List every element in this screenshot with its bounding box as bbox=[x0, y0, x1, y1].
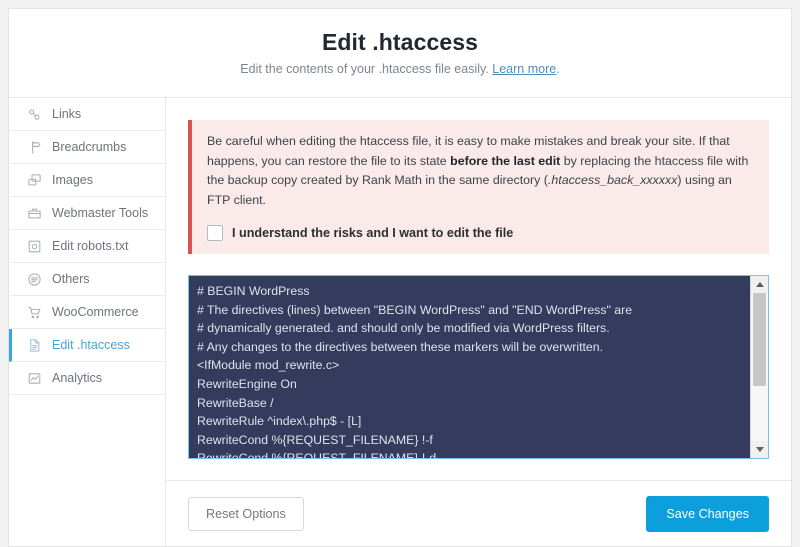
signpost-icon bbox=[26, 139, 43, 156]
content-area: Be careful when editing the htaccess fil… bbox=[166, 98, 791, 546]
sidebar-nav: Links Breadcrumbs bbox=[9, 98, 166, 546]
sidebar-item-analytics[interactable]: Analytics bbox=[9, 362, 165, 395]
warning-notice-text: Be careful when editing the htaccess fil… bbox=[207, 132, 753, 210]
page-header: Edit .htaccess Edit the contents of your… bbox=[9, 9, 791, 98]
page-subtitle-suffix: . bbox=[556, 62, 559, 76]
save-changes-button[interactable]: Save Changes bbox=[646, 496, 769, 532]
code-line: # dynamically generated. and should only… bbox=[197, 319, 750, 338]
code-line: RewriteEngine On bbox=[197, 375, 750, 394]
sidebar-item-links[interactable]: Links bbox=[9, 98, 165, 131]
page-subtitle-text: Edit the contents of your .htaccess file… bbox=[240, 62, 492, 76]
sidebar-item-label: Links bbox=[52, 107, 81, 121]
analytics-chart-icon bbox=[26, 370, 43, 387]
sidebar-item-webmaster-tools[interactable]: Webmaster Tools bbox=[9, 197, 165, 230]
chevron-down-icon bbox=[756, 447, 764, 452]
sidebar-item-breadcrumbs[interactable]: Breadcrumbs bbox=[9, 131, 165, 164]
sidebar-item-woocommerce[interactable]: WooCommerce bbox=[9, 296, 165, 329]
scrollbar-thumb[interactable] bbox=[753, 293, 766, 386]
code-line: <IfModule mod_rewrite.c> bbox=[197, 356, 750, 375]
editor-scrollbar[interactable] bbox=[750, 276, 768, 458]
scrollbar-up-button[interactable] bbox=[751, 276, 768, 293]
warning-text-bold: before the last edit bbox=[450, 154, 560, 168]
risk-consent-label[interactable]: I understand the risks and I want to edi… bbox=[232, 226, 513, 240]
code-line: # BEGIN WordPress bbox=[197, 282, 750, 301]
htaccess-editor-text[interactable]: # BEGIN WordPress # The directives (line… bbox=[189, 276, 750, 458]
document-icon bbox=[26, 337, 43, 354]
link-icon bbox=[26, 106, 43, 123]
toolbox-icon bbox=[26, 205, 43, 222]
images-icon bbox=[26, 172, 43, 189]
code-line: RewriteCond %{REQUEST_FILENAME} !-f bbox=[197, 431, 750, 450]
scrollbar-track[interactable] bbox=[751, 293, 768, 441]
code-line: # The directives (lines) between "BEGIN … bbox=[197, 301, 750, 320]
reset-options-button[interactable]: Reset Options bbox=[188, 497, 304, 531]
sidebar-item-others[interactable]: Others bbox=[9, 263, 165, 296]
settings-card: Edit .htaccess Edit the contents of your… bbox=[8, 8, 792, 547]
chevron-up-icon bbox=[756, 282, 764, 287]
code-line: RewriteBase / bbox=[197, 394, 750, 413]
sidebar-item-edit-htaccess[interactable]: Edit .htaccess bbox=[9, 329, 165, 362]
warning-text-italic: .htaccess_back_xxxxxx bbox=[548, 173, 677, 187]
risk-consent-checkbox[interactable] bbox=[207, 225, 223, 241]
sidebar-item-label: Edit .htaccess bbox=[52, 338, 130, 352]
code-line: # Any changes to the directives between … bbox=[197, 338, 750, 357]
htaccess-editor[interactable]: # BEGIN WordPress # The directives (line… bbox=[188, 275, 769, 459]
sidebar-item-label: Images bbox=[52, 173, 93, 187]
form-footer: Reset Options Save Changes bbox=[166, 480, 791, 546]
page-title: Edit .htaccess bbox=[322, 31, 478, 54]
learn-more-link[interactable]: Learn more bbox=[492, 62, 556, 76]
code-line: RewriteRule ^index\.php$ - [L] bbox=[197, 412, 750, 431]
shopping-cart-icon bbox=[26, 304, 43, 321]
risk-consent-row: I understand the risks and I want to edi… bbox=[207, 225, 753, 241]
sidebar-item-label: Others bbox=[52, 272, 90, 286]
sidebar-item-label: WooCommerce bbox=[52, 305, 139, 319]
sidebar-item-images[interactable]: Images bbox=[9, 164, 165, 197]
page-body: Links Breadcrumbs bbox=[9, 98, 791, 546]
warning-notice: Be careful when editing the htaccess fil… bbox=[188, 120, 769, 254]
page-root: Edit .htaccess Edit the contents of your… bbox=[0, 0, 800, 547]
sidebar-item-edit-robots-txt[interactable]: Edit robots.txt bbox=[9, 230, 165, 263]
sidebar-item-label: Breadcrumbs bbox=[52, 140, 126, 154]
sidebar-item-label: Analytics bbox=[52, 371, 102, 385]
page-subtitle: Edit the contents of your .htaccess file… bbox=[240, 63, 559, 76]
code-line: RewriteCond %{REQUEST_FILENAME} !-d bbox=[197, 449, 750, 458]
robots-file-icon bbox=[26, 238, 43, 255]
circle-list-icon bbox=[26, 271, 43, 288]
sidebar-item-label: Edit robots.txt bbox=[52, 239, 128, 253]
sidebar-item-label: Webmaster Tools bbox=[52, 206, 148, 220]
scrollbar-down-button[interactable] bbox=[751, 441, 768, 458]
